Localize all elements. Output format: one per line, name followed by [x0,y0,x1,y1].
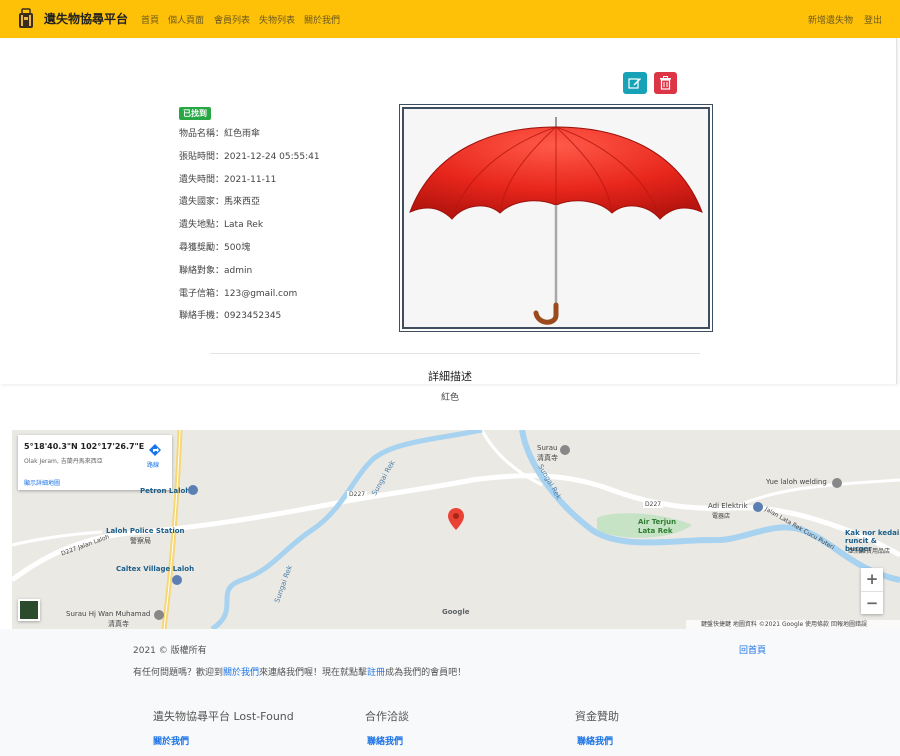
field-value: 500塊 [224,243,251,253]
map-pin-icon[interactable] [448,508,464,530]
field-value: admin [224,266,253,276]
footer: 2021 © 版權所有 回首頁 有任何問題嗎？歡迎到關於我們來連絡我們喔！現在就… [0,629,900,756]
google-logo: Google [442,608,470,616]
nav-logout[interactable]: 登出 [864,13,882,26]
zoom-out-button[interactable]: − [861,591,883,614]
map-coords: 5°18'40.3"N 102°17'26.7"E [24,442,145,451]
field-value: 2021-12-24 05:55:41 [224,152,320,162]
field-label: 物品名稱： [179,129,225,139]
field-value: 2021-11-11 [224,175,277,185]
field-label: 尋獲獎勵： [179,243,225,253]
zoom-in-button[interactable]: + [861,568,883,591]
edit-icon [628,78,641,89]
field-value: 0923452345 [224,311,282,321]
footer-heading-platform: 遺失物協尋平台 Lost-Found [153,710,294,723]
map-label-surau: Surau [537,444,558,452]
map-label-air-terjun: Air Terjun Lata Rek [638,518,677,535]
field-label: 遺失國家： [179,197,225,207]
divider [210,353,700,354]
map-attribution[interactable]: 鍵盤快捷鍵 地圖資料 ©2021 Google 使用條款 回報地圖錯誤 [686,620,900,629]
footer-heading-cooperation: 合作洽談 [365,710,409,723]
map-label-surau-hj-sub: 清真寺 [108,620,129,628]
field-label: 遺失時間： [179,175,225,185]
field-lost-place: 遺失地點：Lata Rek [179,217,263,230]
footer-link-about[interactable]: 關於我們 [153,734,189,747]
red-umbrella-image [409,117,703,325]
footer-link-contact-1[interactable]: 聯絡我們 [367,734,403,747]
field-phone: 聯絡手機：0923452345 [179,308,281,321]
map-label-surau-hj: Surau Hj Wan Muhamad [66,610,151,618]
field-item-name: 物品名稱：紅色雨傘 [179,126,260,139]
field-label: 遺失地點： [179,220,225,230]
zoom-control: + − [861,568,883,614]
nav-lost-items[interactable]: 失物列表 [259,13,295,26]
field-value: 123@gmail.com [224,289,298,299]
footer-message-prefix: 有任何問題嗎？歡迎到 [133,668,224,678]
field-reward: 尋獲獎勵：500塊 [179,240,250,253]
footer-heading-sponsor: 資金贊助 [575,710,619,723]
brand-title[interactable]: 遺失物協尋平台 [44,10,128,27]
map-label-adi-sub: 電器店 [712,513,731,520]
gas-station-icon [188,485,198,495]
field-lost-time: 遺失時間：2021-11-11 [179,172,276,185]
map-label-petron: Petron Laloh [140,487,191,495]
map-label-police-sub: 警察局 [130,537,151,545]
item-photo [399,104,713,332]
brand[interactable]: 遺失物協尋平台 [16,8,128,29]
status-badge: 已找到 [179,107,211,120]
nav-about[interactable]: 關於我們 [304,13,340,26]
delete-button[interactable] [654,72,677,94]
field-label: 聯絡對象： [179,266,225,276]
map-label-adi: Adi Elektrik [708,502,748,510]
back-home-link[interactable]: 回首頁 [739,643,766,656]
nav-add-lost-item[interactable]: 新增遺失物 [808,13,853,26]
satellite-toggle[interactable] [18,599,40,621]
map-label-caltex: Caltex Village Laloh [116,565,195,573]
field-value: 馬來西亞 [224,197,261,207]
map-label-d227-a: D227 [347,491,368,498]
navbar: 遺失物協尋平台 首頁 個人頁面 會員列表 失物列表 關於我們 新增遺失物 登出 [0,0,900,38]
poi-icon [832,478,842,488]
directions-icon[interactable] [148,443,162,457]
map-label-police: Laloh Police Station [106,527,185,535]
field-lost-country: 遺失國家：馬來西亞 [179,194,260,207]
mosque-icon [154,610,164,620]
footer-message-suffix: 成為我們的會員吧！ [385,668,467,678]
field-contact: 聯絡對象：admin [179,263,252,276]
footer-link-contact-2[interactable]: 聯絡我們 [577,734,613,747]
field-label: 電子信箱： [179,289,225,299]
register-link[interactable]: 註冊 [367,668,385,678]
map-address: Olak Jeram, 吉蘭丹馬來西亞 [24,458,103,465]
map-label-d227-b: D227 [643,501,664,508]
field-posted-time: 張貼時間：2021-12-24 05:55:41 [179,149,320,162]
about-us-link[interactable]: 關於我們 [223,668,259,678]
larger-map-link[interactable]: 顯示詳細地圖 [24,478,60,487]
gas-station-icon [172,575,182,585]
map-label-surau-sub: 清真寺 [537,454,558,462]
description-body: 紅色 [440,393,459,403]
map[interactable]: 5°18'40.3"N 102°17'26.7"E Olak Jeram, 吉蘭… [12,430,900,629]
field-value: Lata Rek [224,220,264,230]
mosque-icon [560,445,570,455]
map-label-yue-laloh: Yue laloh welding [766,478,827,486]
description-title: 詳細描述 [428,370,472,383]
nav-members[interactable]: 會員列表 [214,13,250,26]
field-label: 聯絡手機： [179,311,225,321]
field-email: 電子信箱：123@gmail.com [179,286,297,299]
footer-message-mid: 來連絡我們喔！現在就點擊 [259,668,368,678]
field-value: 紅色雨傘 [224,129,261,139]
directions-label[interactable]: 路線 [147,460,159,469]
nav-home[interactable]: 首頁 [141,13,159,26]
map-info-card: 5°18'40.3"N 102°17'26.7"E Olak Jeram, 吉蘭… [18,435,172,490]
copyright: 2021 © 版權所有 [133,646,207,656]
item-photo-inner [402,107,710,329]
suitcase-icon [19,8,33,28]
nav-profile[interactable]: 個人頁面 [168,13,204,26]
footer-message: 有任何問題嗎？歡迎到關於我們來連絡我們喔！現在就點擊註冊成為我們的會員吧！ [133,665,466,678]
map-label-kak-nor-sub: 亞洲雜貨用品店 [848,548,891,555]
trash-icon [660,76,671,90]
edit-button[interactable] [623,72,647,94]
field-label: 張貼時間： [179,152,225,162]
shop-icon [753,502,763,512]
